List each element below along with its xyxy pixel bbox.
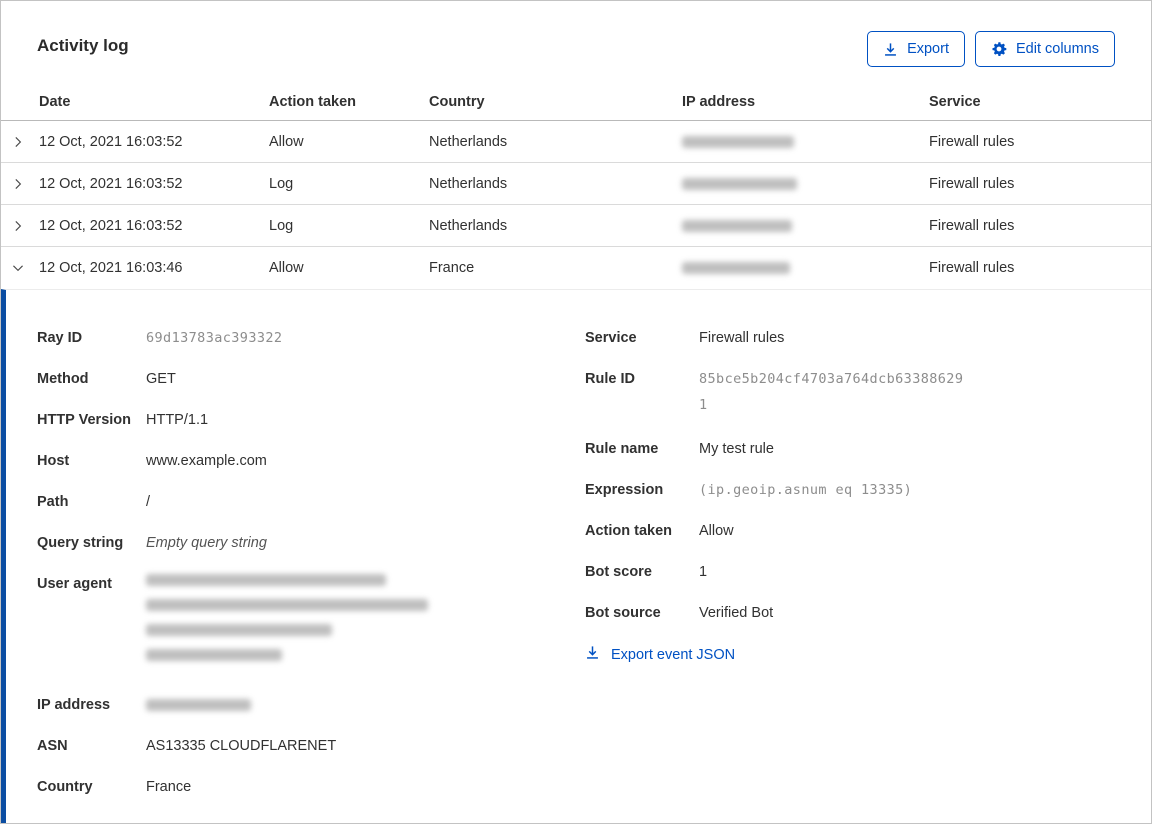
cell-date: 12 Oct, 2021 16:03:52 <box>39 175 183 192</box>
activity-log-panel: Activity log Export Edit columns Date Ac… <box>0 0 1152 824</box>
download-icon <box>883 42 898 57</box>
row-expander-chevron-right-icon[interactable] <box>11 135 25 149</box>
bot-score-value: 1 <box>699 564 708 580</box>
toolbar: Export Edit columns <box>867 31 1115 67</box>
cell-service: Firewall rules <box>929 260 1015 276</box>
cell-country: Netherlands <box>429 175 508 192</box>
country-value: France <box>146 779 192 795</box>
host-value: www.example.com <box>146 453 267 469</box>
detail-field-method: Method GET <box>37 369 585 389</box>
export-event-json-label: Export event JSON <box>611 646 736 663</box>
detail-field-bot-score: Bot score 1 <box>585 562 1115 582</box>
column-header-service: Service <box>929 93 981 110</box>
cell-ip-address-redacted <box>682 219 929 232</box>
detail-field-rule-name: Rule name My test rule <box>585 439 1115 459</box>
row-expander-chevron-down-icon[interactable] <box>11 261 25 275</box>
column-header-action-taken: Action taken <box>269 93 357 110</box>
column-header-country: Country <box>429 93 485 110</box>
detail-field-bot-source: Bot source Verified Bot <box>585 603 1115 623</box>
table-row-expanded[interactable]: 12 Oct, 2021 16:03:46 Allow France Firew… <box>1 247 1151 289</box>
export-event-json-link[interactable]: Export event JSON <box>585 645 735 664</box>
cell-ip-address-redacted <box>682 177 929 190</box>
asn-value: AS13335 CLOUDFLARENET <box>146 738 337 754</box>
cell-action-taken: Log <box>269 175 294 192</box>
detail-field-query-string: Query string Empty query string <box>37 533 585 553</box>
detail-left-column: Ray ID 69d13783ac393322 Method GET HTTP … <box>37 328 585 823</box>
event-detail-panel: Ray ID 69d13783ac393322 Method GET HTTP … <box>1 289 1151 823</box>
cell-action-taken: Allow <box>269 260 304 276</box>
detail-field-expression: Expression (ip.geoip.asnum eq 13335) <box>585 480 1115 500</box>
row-expander-chevron-right-icon[interactable] <box>11 177 25 191</box>
table-row[interactable]: 12 Oct, 2021 16:03:52 Log Netherlands Fi… <box>1 163 1151 205</box>
detail-field-host: Host www.example.com <box>37 451 585 471</box>
edit-columns-button[interactable]: Edit columns <box>974 31 1115 67</box>
gear-icon <box>991 41 1007 57</box>
cell-country: Netherlands <box>429 217 508 234</box>
cell-service: Firewall rules <box>929 133 1015 150</box>
cell-ip-address-redacted <box>682 262 929 274</box>
detail-field-service: Service Firewall rules <box>585 328 1115 348</box>
row-expander-chevron-right-icon[interactable] <box>11 219 25 233</box>
table-row[interactable]: 12 Oct, 2021 16:03:52 Allow Netherlands … <box>1 121 1151 163</box>
detail-field-ip-address: IP address <box>37 695 585 715</box>
detail-field-ray-id: Ray ID 69d13783ac393322 <box>37 328 585 348</box>
cell-country: Netherlands <box>429 133 508 150</box>
detail-field-path: Path / <box>37 492 585 512</box>
cell-action-taken: Allow <box>269 133 304 150</box>
http-version-value: HTTP/1.1 <box>146 412 209 428</box>
method-value: GET <box>146 371 176 387</box>
column-header-date: Date <box>39 93 71 110</box>
detail-field-rule-id: Rule ID 85bce5b204cf4703a764dcb633886291 <box>585 369 1115 418</box>
ip-address-value-redacted <box>146 695 585 715</box>
detail-field-asn: ASN AS13335 CLOUDFLARENET <box>37 736 585 756</box>
cell-ip-address-redacted <box>682 135 929 148</box>
bot-source-value: Verified Bot <box>699 605 774 621</box>
activity-table: Date Action taken Country IP address Ser… <box>1 83 1151 289</box>
query-string-value: Empty query string <box>146 535 267 551</box>
edit-columns-button-label: Edit columns <box>1015 41 1099 57</box>
service-value: Firewall rules <box>699 330 785 346</box>
rule-name-value: My test rule <box>699 441 774 457</box>
detail-right-column: Service Firewall rules Rule ID 85bce5b20… <box>585 328 1115 823</box>
detail-field-action-taken: Action taken Allow <box>585 521 1115 541</box>
table-row[interactable]: 12 Oct, 2021 16:03:52 Log Netherlands Fi… <box>1 205 1151 247</box>
cell-service: Firewall rules <box>929 217 1015 234</box>
rule-id-value: 85bce5b204cf4703a764dcb633886291 <box>699 371 964 413</box>
detail-field-http-version: HTTP Version HTTP/1.1 <box>37 410 585 430</box>
cell-action-taken: Log <box>269 217 294 234</box>
column-header-ip-address: IP address <box>682 93 756 110</box>
cell-date: 12 Oct, 2021 16:03:52 <box>39 217 183 234</box>
action-taken-value: Allow <box>699 523 734 539</box>
detail-field-user-agent: User agent <box>37 574 585 674</box>
export-button[interactable]: Export <box>867 31 965 67</box>
cell-date: 12 Oct, 2021 16:03:46 <box>39 260 183 276</box>
download-icon <box>585 645 600 664</box>
user-agent-value-redacted <box>146 574 585 674</box>
cell-country: France <box>429 260 475 276</box>
export-button-label: Export <box>907 41 949 57</box>
expression-value: (ip.geoip.asnum eq 13335) <box>699 482 913 498</box>
detail-field-country: Country France <box>37 777 585 797</box>
cell-service: Firewall rules <box>929 175 1015 192</box>
ray-id-value: 69d13783ac393322 <box>146 330 283 346</box>
path-value: / <box>146 494 151 510</box>
cell-date: 12 Oct, 2021 16:03:52 <box>39 133 183 150</box>
table-header-row: Date Action taken Country IP address Ser… <box>1 83 1151 121</box>
